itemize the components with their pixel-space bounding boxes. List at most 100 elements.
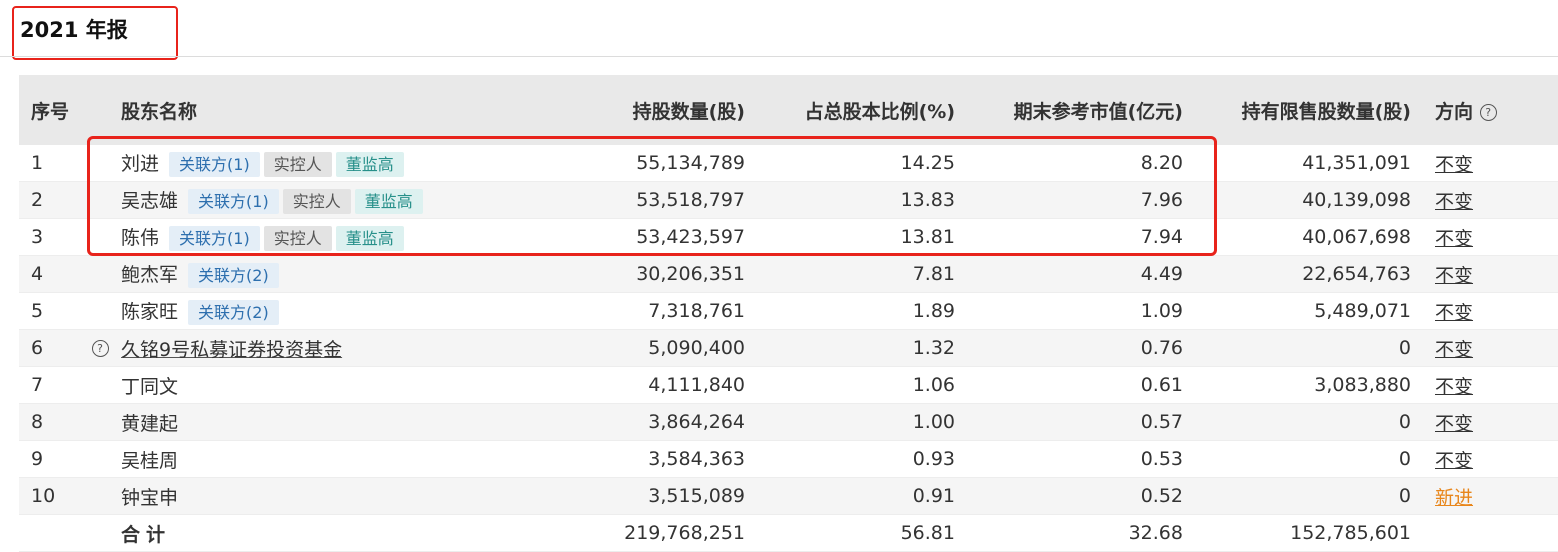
direction-link[interactable]: 不变: [1435, 302, 1473, 324]
row-direction-cell: 不变: [1411, 366, 1558, 404]
col-restricted-header[interactable]: 持有限售股数量(股): [1183, 75, 1411, 145]
col-spacer-header: [79, 75, 121, 145]
row-index: 8: [19, 403, 79, 441]
row-help-cell: [79, 145, 121, 182]
tag-executive[interactable]: 董监高: [335, 152, 404, 177]
tag-actual-controller[interactable]: 实控人: [263, 152, 332, 177]
row-market-value: 4.49: [955, 255, 1183, 293]
row-restricted: 0: [1183, 329, 1411, 367]
shareholder-name[interactable]: 吴桂周: [121, 450, 178, 472]
row-direction-cell: 不变: [1411, 255, 1558, 293]
row-help-cell: [79, 218, 121, 256]
row-help-cell: [79, 440, 121, 478]
shareholder-name[interactable]: 鲍杰军: [121, 264, 178, 286]
row-index: 6: [19, 329, 79, 367]
row-name-cell: 鲍杰军 关联方(2): [121, 255, 521, 293]
row-shares: 3,515,089: [521, 477, 745, 515]
row-shares: 55,134,789: [521, 145, 745, 182]
row-market-value: 1.09: [955, 292, 1183, 330]
total-ratio: 56.81: [745, 514, 955, 552]
row-ratio: 1.89: [745, 292, 955, 330]
tag-related-party[interactable]: 关联方(2): [188, 263, 279, 288]
direction-label: 方向: [1435, 100, 1474, 123]
total-spacer: [19, 514, 79, 552]
row-direction-cell: 不变: [1411, 329, 1558, 367]
row-restricted: 5,489,071: [1183, 292, 1411, 330]
direction-link[interactable]: 不变: [1435, 191, 1473, 213]
row-name-cell: 陈伟 关联方(1) 实控人 董监高: [121, 218, 521, 256]
row-ratio: 1.00: [745, 403, 955, 441]
col-market-value-header[interactable]: 期末参考市值(亿元): [955, 75, 1183, 145]
table-row: 7 丁同文 4,111,840 1.06 0.61 3,083,880 不变: [19, 366, 1558, 404]
row-index: 2: [19, 181, 79, 219]
tag-related-party[interactable]: 关联方(1): [169, 152, 260, 177]
tag-actual-controller[interactable]: 实控人: [282, 189, 351, 214]
row-restricted: 40,139,098: [1183, 181, 1411, 219]
direction-link[interactable]: 不变: [1435, 154, 1473, 176]
row-index: 7: [19, 366, 79, 404]
direction-link[interactable]: 不变: [1435, 228, 1473, 250]
shareholder-table: 序号 股东名称 持股数量(股) 占总股本比例(%) 期末参考市值(亿元) 持有限…: [19, 75, 1558, 552]
shareholder-name[interactable]: 吴志雄: [121, 190, 178, 212]
row-direction-cell: 不变: [1411, 181, 1558, 219]
row-restricted: 3,083,880: [1183, 366, 1411, 404]
shareholder-name[interactable]: 陈伟: [121, 227, 159, 249]
direction-link[interactable]: 不变: [1435, 413, 1473, 435]
direction-link[interactable]: 新进: [1435, 487, 1473, 509]
shareholder-name[interactable]: 久铭9号私募证券投资基金: [121, 339, 342, 361]
question-circle-icon[interactable]: ?: [1479, 103, 1497, 121]
row-help-cell: ?: [79, 329, 121, 367]
table-row: 2 吴志雄 关联方(1) 实控人 董监高 53,518,797 13.83 7.96 …: [19, 181, 1558, 219]
tag-executive[interactable]: 董监高: [335, 226, 404, 251]
direction-link[interactable]: 不变: [1435, 339, 1473, 361]
total-restricted: 152,785,601: [1183, 514, 1411, 552]
row-index: 10: [19, 477, 79, 515]
row-index: 4: [19, 255, 79, 293]
row-help-cell: [79, 255, 121, 293]
tag-actual-controller[interactable]: 实控人: [263, 226, 332, 251]
report-title: 2021 年报: [20, 18, 128, 42]
row-market-value: 8.20: [955, 145, 1183, 182]
row-shares: 53,518,797: [521, 181, 745, 219]
tag-related-party[interactable]: 关联方(1): [188, 189, 279, 214]
row-shares: 53,423,597: [521, 218, 745, 256]
row-direction-cell: 不变: [1411, 145, 1558, 182]
shareholder-name[interactable]: 黄建起: [121, 413, 178, 435]
direction-link[interactable]: 不变: [1435, 376, 1473, 398]
shareholder-name[interactable]: 钟宝申: [121, 487, 178, 509]
row-index: 5: [19, 292, 79, 330]
row-index: 1: [19, 145, 79, 182]
row-restricted: 40,067,698: [1183, 218, 1411, 256]
row-shares: 3,864,264: [521, 403, 745, 441]
row-direction-cell: 不变: [1411, 403, 1558, 441]
direction-link[interactable]: 不变: [1435, 450, 1473, 472]
direction-link[interactable]: 不变: [1435, 265, 1473, 287]
table-row: 4 鲍杰军 关联方(2) 30,206,351 7.81 4.49 22,654,…: [19, 255, 1558, 293]
row-ratio: 0.93: [745, 440, 955, 478]
row-name-cell: 黄建起: [121, 403, 521, 441]
table-row: 8 黄建起 3,864,264 1.00 0.57 0 不变: [19, 403, 1558, 441]
tag-related-party[interactable]: 关联方(2): [188, 300, 279, 325]
shareholder-name[interactable]: 陈家旺: [121, 301, 178, 323]
total-direction: [1411, 514, 1558, 552]
table-row: 5 陈家旺 关联方(2) 7,318,761 1.89 1.09 5,489,07…: [19, 292, 1558, 330]
row-name-cell: 久铭9号私募证券投资基金: [121, 329, 521, 367]
row-direction-cell: 新进: [1411, 477, 1558, 515]
row-market-value: 0.57: [955, 403, 1183, 441]
row-ratio: 0.91: [745, 477, 955, 515]
tag-related-party[interactable]: 关联方(1): [169, 226, 260, 251]
tag-executive[interactable]: 董监高: [354, 189, 423, 214]
table-row: 1 刘进 关联方(1) 实控人 董监高 55,134,789 14.25 8.20 4…: [19, 145, 1558, 182]
row-market-value: 0.53: [955, 440, 1183, 478]
table-body: 1 刘进 关联方(1) 实控人 董监高 55,134,789 14.25 8.20 4…: [19, 145, 1558, 552]
question-circle-icon[interactable]: ?: [91, 340, 109, 357]
shareholder-name[interactable]: 刘进: [121, 153, 159, 175]
divider: [0, 56, 1558, 57]
col-ratio-header[interactable]: 占总股本比例(%): [745, 75, 955, 145]
row-name-cell: 刘进 关联方(1) 实控人 董监高: [121, 145, 521, 182]
row-name-cell: 钟宝申: [121, 477, 521, 515]
shareholder-name[interactable]: 丁同文: [121, 376, 178, 398]
col-shares-header[interactable]: 持股数量(股): [521, 75, 745, 145]
total-shares: 219,768,251: [521, 514, 745, 552]
row-ratio: 13.81: [745, 218, 955, 256]
